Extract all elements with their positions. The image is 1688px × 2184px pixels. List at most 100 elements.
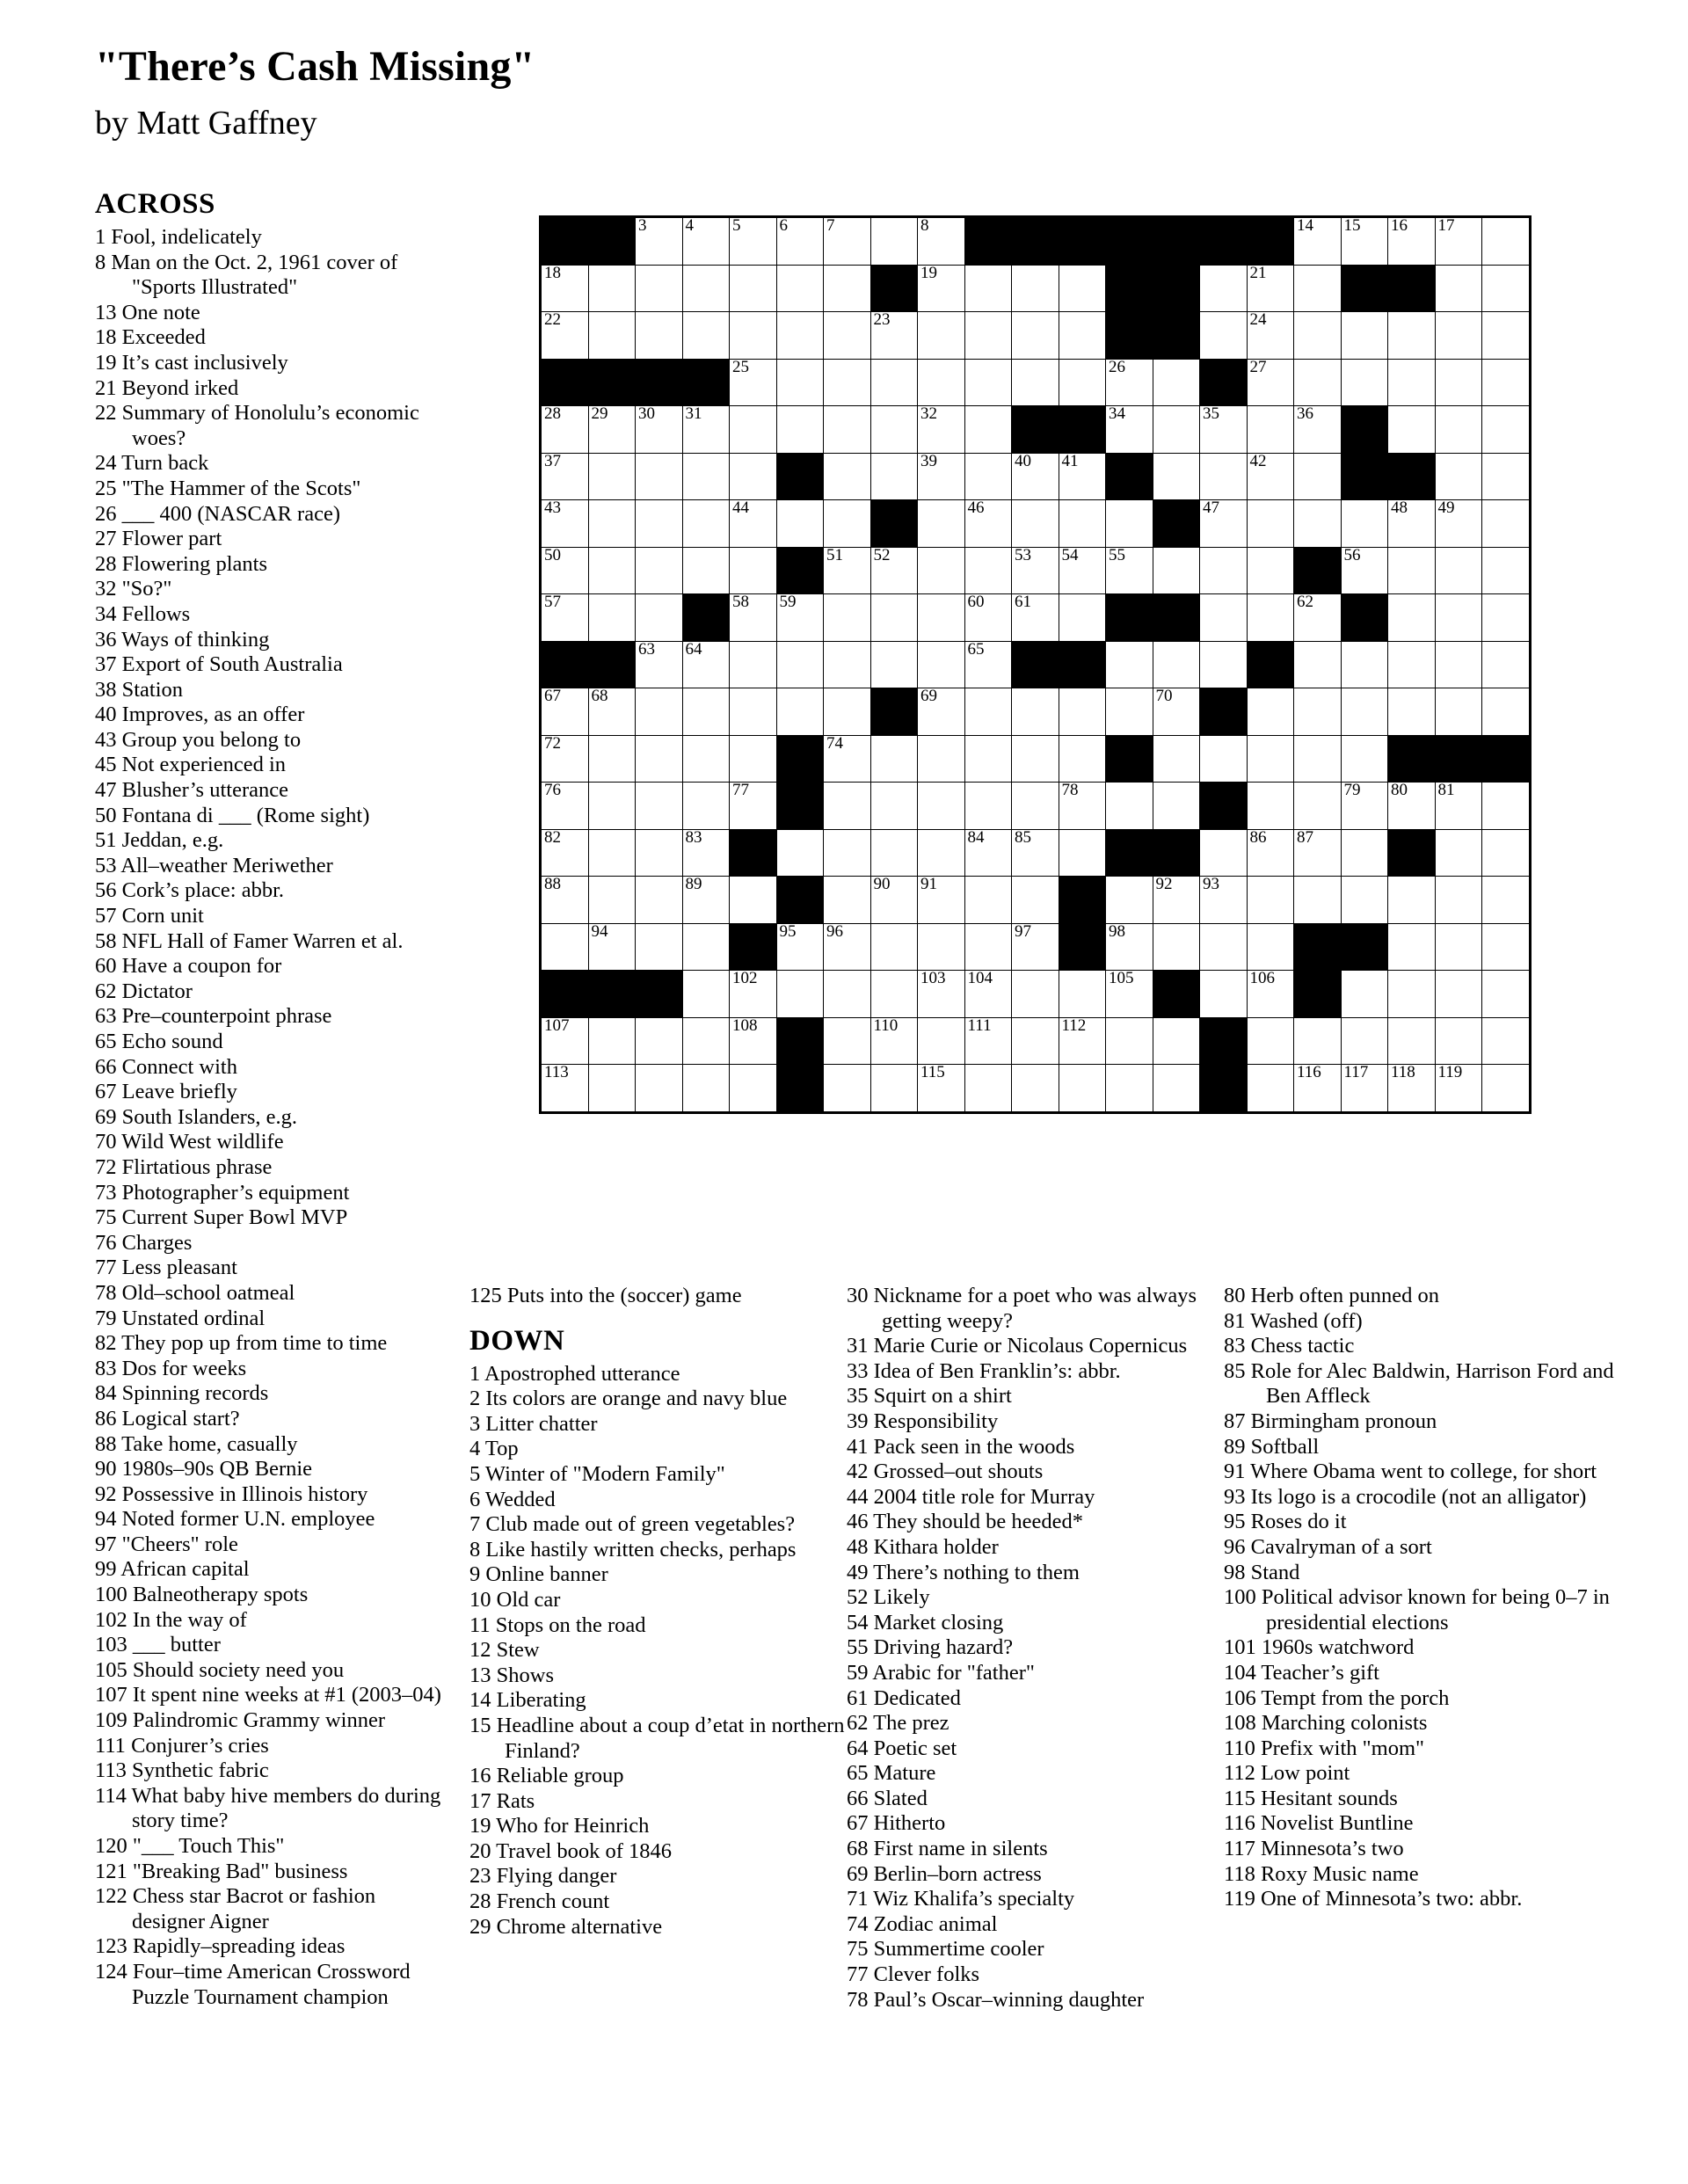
clue-item[interactable]: 66 Slated [847, 1787, 1233, 1812]
grid-cell[interactable] [1246, 405, 1294, 454]
grid-cell[interactable] [1481, 1064, 1531, 1113]
grid-cell[interactable] [681, 546, 730, 594]
grid-cell[interactable] [681, 311, 730, 360]
grid-cell[interactable]: 69 [917, 687, 965, 736]
grid-cell[interactable]: 72 [540, 734, 589, 783]
clue-item[interactable]: 91 Where Obama went to college, for shor… [1224, 1460, 1628, 1485]
clue-item[interactable]: 19 Who for Heinrich [469, 1814, 856, 1839]
grid-cell[interactable] [1434, 922, 1482, 971]
grid-cell[interactable]: 47 [1199, 499, 1248, 548]
grid-cell[interactable]: 3 [635, 216, 683, 266]
grid-cell[interactable] [1246, 876, 1294, 924]
clue-item[interactable]: 102 In the way of [95, 1608, 447, 1634]
clue-item[interactable]: 67 Leave briefly [95, 1080, 447, 1105]
grid-cell[interactable]: 94 [587, 922, 636, 971]
grid-cell[interactable] [1011, 970, 1059, 1018]
grid-cell[interactable]: 108 [729, 1016, 777, 1065]
grid-cell[interactable] [917, 828, 965, 877]
grid-cell[interactable] [1481, 405, 1531, 454]
grid-cell[interactable] [775, 688, 824, 736]
clue-item[interactable]: 44 2004 title role for Murray [847, 1485, 1233, 1511]
grid-cell[interactable] [587, 499, 636, 548]
grid-cell[interactable] [681, 264, 730, 312]
grid-cell[interactable]: 77 [729, 781, 777, 830]
grid-cell[interactable] [1058, 734, 1106, 783]
grid-cell[interactable] [1246, 688, 1294, 736]
grid-cell[interactable]: 18 [540, 264, 589, 312]
grid-cell[interactable]: 30 [635, 404, 683, 454]
grid-cell[interactable] [1058, 593, 1106, 642]
clue-item[interactable]: 88 Take home, casually [95, 1432, 447, 1458]
grid-cell[interactable]: 85 [1011, 828, 1059, 877]
clue-item[interactable]: 60 Have a coupon for [95, 954, 447, 979]
grid-cell[interactable] [729, 405, 777, 454]
clue-item[interactable]: 113 Synthetic fabric [95, 1758, 447, 1784]
grid-cell[interactable]: 103 [917, 969, 965, 1018]
grid-cell[interactable] [681, 1064, 730, 1113]
grid-cell[interactable] [1011, 358, 1059, 406]
grid-cell[interactable]: 19 [917, 264, 965, 312]
clue-item[interactable]: 100 Balneotherapy spots [95, 1583, 447, 1608]
grid-cell[interactable]: 79 [1340, 781, 1388, 830]
grid-cell[interactable] [917, 499, 965, 548]
grid-cell[interactable] [823, 358, 871, 406]
grid-cell[interactable]: 44 [729, 499, 777, 548]
grid-cell[interactable] [587, 452, 636, 500]
grid-cell[interactable] [823, 452, 871, 500]
grid-cell[interactable]: 106 [1246, 969, 1294, 1018]
grid-cell[interactable] [869, 970, 918, 1018]
clue-item[interactable]: 37 Export of South Australia [95, 652, 447, 678]
grid-cell[interactable] [729, 452, 777, 500]
grid-cell[interactable] [823, 688, 871, 736]
grid-cell[interactable] [1199, 922, 1248, 971]
clue-item[interactable]: 28 Flowering plants [95, 552, 447, 578]
grid-cell[interactable] [1152, 405, 1200, 454]
grid-cell[interactable]: 110 [869, 1016, 918, 1065]
grid-cell[interactable] [823, 828, 871, 877]
clue-item[interactable]: 1 Apostrophed utterance [469, 1362, 856, 1387]
clue-item[interactable]: 48 Kithara holder [847, 1535, 1233, 1561]
grid-cell[interactable] [635, 734, 683, 783]
clue-item[interactable]: 107 It spent nine weeks at #1 (2003–04) [95, 1683, 447, 1708]
grid-cell[interactable]: 24 [1246, 310, 1294, 360]
clue-item[interactable]: 1 Fool, indelicately [95, 225, 447, 251]
grid-cell[interactable]: 78 [1058, 781, 1106, 830]
grid-cell[interactable]: 43 [540, 499, 589, 548]
grid-cell[interactable] [587, 828, 636, 877]
grid-cell[interactable] [1481, 216, 1531, 266]
clue-item[interactable]: 106 Tempt from the porch [1224, 1686, 1628, 1712]
clue-item[interactable]: 124 Four–time American Crossword Puzzle … [95, 1960, 447, 2010]
grid-cell[interactable]: 36 [1293, 404, 1342, 454]
clue-item[interactable]: 115 Hesitant sounds [1224, 1787, 1628, 1812]
clue-item[interactable]: 100 Political advisor known for being 0–… [1224, 1585, 1628, 1635]
grid-cell[interactable]: 90 [869, 875, 918, 924]
grid-cell[interactable]: 23 [869, 310, 918, 360]
clue-item[interactable]: 13 One note [95, 301, 447, 326]
grid-cell[interactable] [917, 1016, 965, 1065]
clue-item[interactable]: 111 Conjurer’s cries [95, 1734, 447, 1759]
clue-item[interactable]: 62 The prez [847, 1711, 1233, 1736]
grid-cell[interactable] [964, 734, 1012, 783]
grid-cell[interactable] [1387, 640, 1436, 688]
grid-cell[interactable] [1434, 358, 1482, 406]
grid-cell[interactable] [635, 452, 683, 500]
grid-cell[interactable] [917, 782, 965, 830]
clue-item[interactable]: 58 NFL Hall of Famer Warren et al. [95, 929, 447, 955]
grid-cell[interactable]: 104 [964, 969, 1012, 1018]
grid-cell[interactable]: 112 [1058, 1016, 1106, 1065]
grid-cell[interactable] [964, 264, 1012, 312]
grid-cell[interactable] [1058, 264, 1106, 312]
grid-cell[interactable] [729, 688, 777, 736]
grid-cell[interactable] [823, 1064, 871, 1113]
clue-item[interactable]: 27 Flower part [95, 527, 447, 552]
grid-cell[interactable] [681, 922, 730, 971]
clue-item[interactable]: 96 Cavalryman of a sort [1224, 1535, 1628, 1561]
grid-cell[interactable] [1387, 593, 1436, 642]
clue-item[interactable]: 8 Like hastily written checks, perhaps [469, 1538, 856, 1563]
grid-cell[interactable] [635, 311, 683, 360]
grid-cell[interactable] [1434, 311, 1482, 360]
grid-cell[interactable]: 118 [1387, 1063, 1436, 1113]
grid-cell[interactable] [1152, 640, 1200, 688]
clue-item[interactable]: 47 Blusher’s utterance [95, 778, 447, 804]
clue-item[interactable]: 98 Stand [1224, 1561, 1628, 1586]
